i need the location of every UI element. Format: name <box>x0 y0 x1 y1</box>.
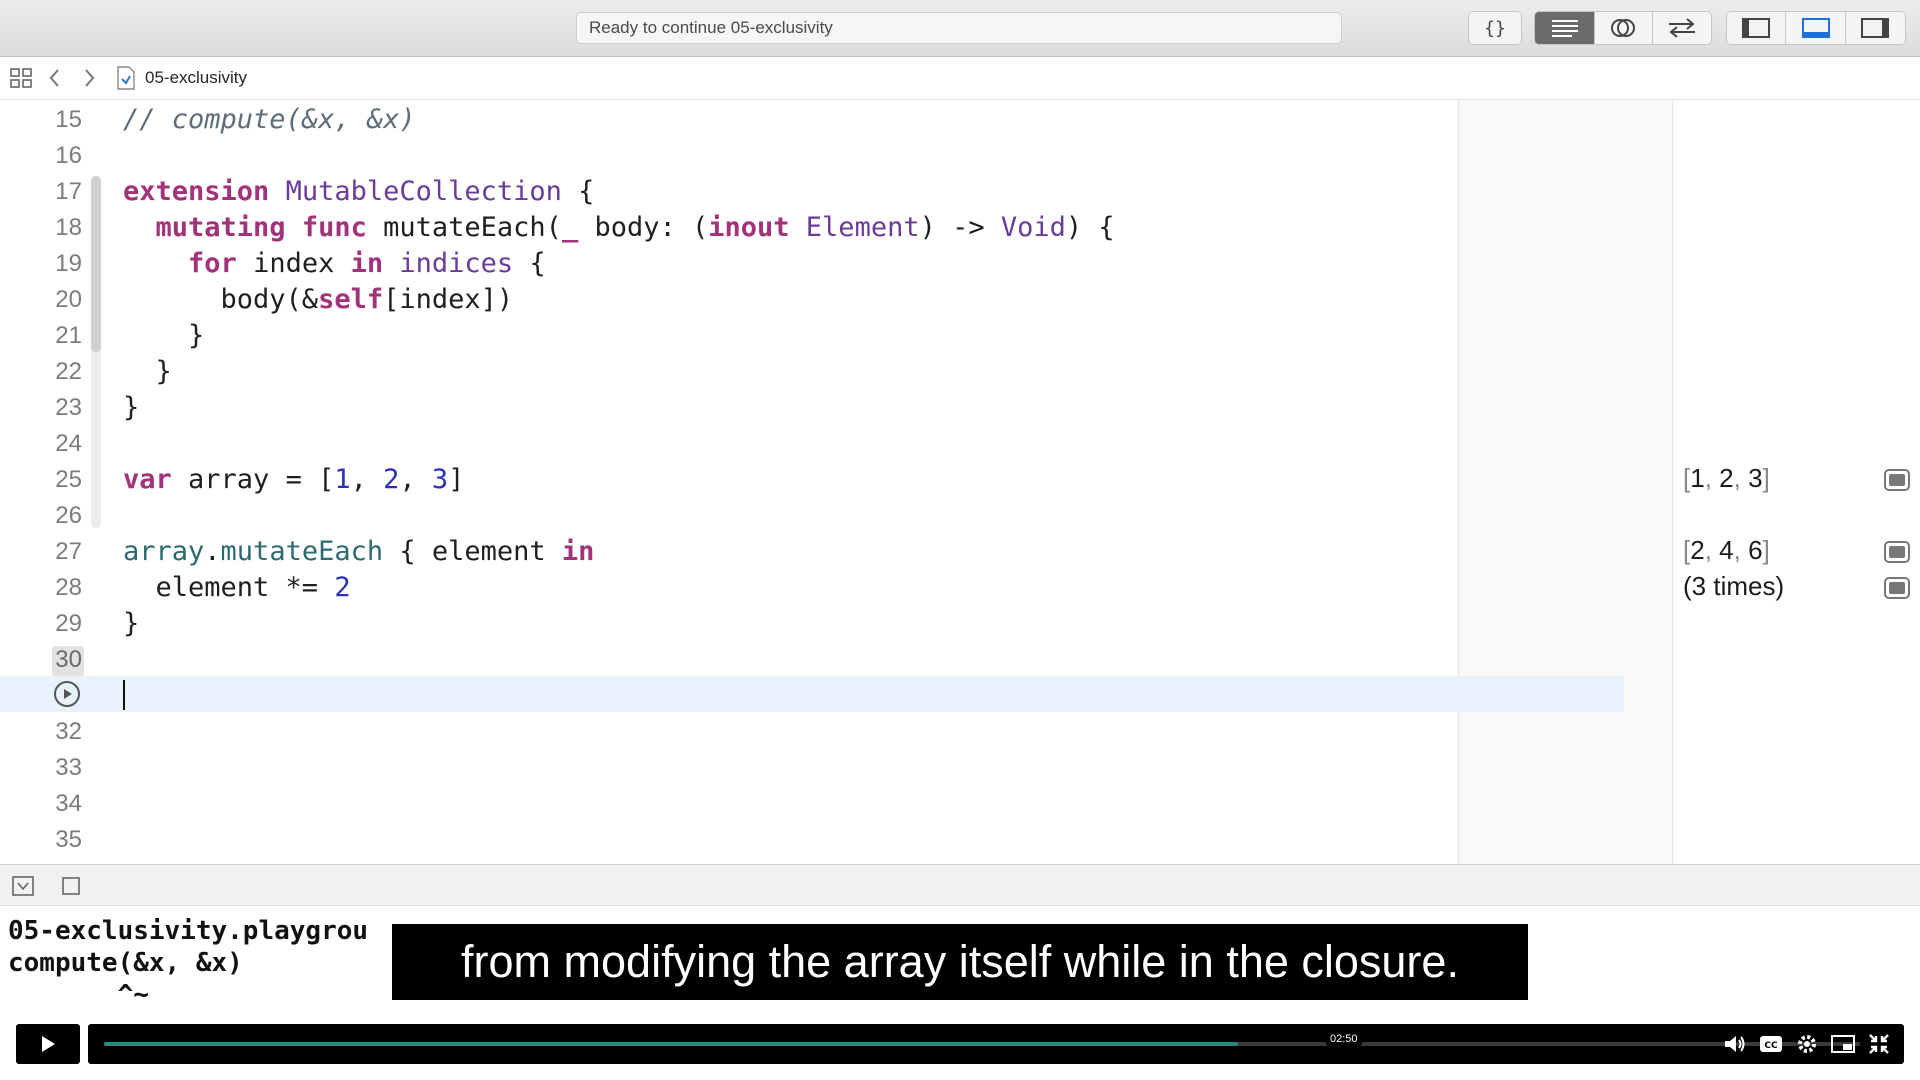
code-line[interactable]: var array = [1, 2, 3] <box>123 462 464 498</box>
back-chevron-icon[interactable] <box>48 68 62 93</box>
line-number: 32 <box>55 718 82 745</box>
line-number: 16 <box>55 142 82 169</box>
code-line[interactable]: body(&self[index]) <box>123 282 514 318</box>
exit-fullscreen-icon[interactable] <box>1866 1032 1892 1056</box>
line-number: 17 <box>55 178 82 205</box>
code-line[interactable]: } <box>123 318 204 354</box>
version-editor-icon[interactable] <box>1653 12 1711 44</box>
console-line: compute(&x, &x) <box>8 948 243 978</box>
video-bar: 02:50 CC <box>88 1024 1904 1064</box>
closed-captions-icon[interactable]: CC <box>1758 1032 1784 1056</box>
window-toolbar: Ready to continue 05-exclusivity {} <box>0 0 1920 57</box>
line-number: 28 <box>55 574 82 601</box>
editor-mode-control[interactable] <box>1534 11 1712 45</box>
line-number: 19 <box>55 250 82 277</box>
picture-in-picture-icon[interactable] <box>1830 1032 1856 1056</box>
code-line[interactable]: element *= 2 <box>123 570 351 606</box>
result-value-mutated-array: [2, 4, 6] <box>1683 535 1770 565</box>
panel-toggle-control[interactable] <box>1726 11 1906 45</box>
activity-status-bar: Ready to continue 05-exclusivity <box>576 12 1342 44</box>
play-icon <box>42 1036 55 1052</box>
line-number: 29 <box>55 610 82 637</box>
line-number: 33 <box>55 754 82 781</box>
volume-icon[interactable] <box>1722 1032 1748 1056</box>
debug-area-icon[interactable] <box>1786 12 1846 44</box>
result-value-array: [1, 2, 3] <box>1683 463 1770 493</box>
code-line[interactable]: } <box>123 606 139 642</box>
svg-text:CC: CC <box>1764 1041 1778 1051</box>
quick-look-icon[interactable] <box>1884 577 1910 599</box>
run-line-icon[interactable] <box>54 681 80 707</box>
forward-chevron-icon[interactable] <box>82 68 96 93</box>
console-line: ^~ <box>8 980 149 1010</box>
current-time: 02:50 <box>1326 1032 1362 1046</box>
related-items-icon[interactable] <box>10 68 32 93</box>
code-line[interactable]: } <box>123 354 172 390</box>
line-number: 30 <box>55 646 82 673</box>
svg-text:{}: {} <box>1484 18 1506 38</box>
line-number: 34 <box>55 790 82 817</box>
line-number: 18 <box>55 214 82 241</box>
jump-bar-file-name[interactable]: 05-exclusivity <box>145 68 247 88</box>
inspector-panel-icon[interactable] <box>1846 12 1905 44</box>
progress-track[interactable]: 02:50 <box>104 1032 1860 1046</box>
line-number: 22 <box>55 358 82 385</box>
standard-editor-icon[interactable] <box>1535 12 1596 44</box>
quick-look-icon[interactable] <box>1884 541 1910 563</box>
result-times: (3 times) <box>1683 571 1785 601</box>
code-line[interactable]: mutating func mutateEach(_ body: (inout … <box>123 210 1115 246</box>
text-cursor <box>123 680 125 710</box>
current-line-highlight <box>0 676 1624 712</box>
quick-look-icon[interactable] <box>1884 469 1910 491</box>
braces-icon[interactable]: {} <box>1469 12 1521 44</box>
video-controls: 02:50 CC <box>0 1020 1920 1080</box>
video-subtitle: from modifying the array itself while in… <box>392 924 1528 1000</box>
toggle-console-icon[interactable] <box>62 877 80 900</box>
line-number: 15 <box>55 106 82 133</box>
line-number: 25 <box>55 466 82 493</box>
line-number: 35 <box>55 826 82 853</box>
fold-ribbon-highlight <box>91 176 101 352</box>
line-number: 27 <box>55 538 82 565</box>
code-line[interactable]: // compute(&x, &x) <box>123 102 416 138</box>
console-line: 05-exclusivity.playgrou <box>8 916 369 946</box>
line-number: 26 <box>55 502 82 529</box>
editor-side-column <box>1458 100 1626 864</box>
code-line[interactable]: array.mutateEach { element in <box>123 534 594 570</box>
code-line[interactable]: } <box>123 390 139 426</box>
playground-file-icon <box>116 66 136 95</box>
video-icon-group: CC <box>1722 1032 1892 1056</box>
code-line[interactable]: extension MutableCollection { <box>123 174 594 210</box>
progress-fill <box>104 1042 1239 1046</box>
library-control[interactable]: {} <box>1468 11 1522 45</box>
line-number: 24 <box>55 430 82 457</box>
debug-area-bar <box>0 864 1920 906</box>
line-number: 21 <box>55 322 82 349</box>
hide-debug-area-icon[interactable] <box>12 876 34 901</box>
jump-bar: 05-exclusivity <box>0 57 1920 100</box>
play-button[interactable] <box>16 1024 80 1064</box>
results-gutter <box>1625 100 1673 864</box>
settings-gear-icon[interactable] <box>1794 1032 1820 1056</box>
code-line[interactable]: for index in indices { <box>123 246 546 282</box>
source-editor[interactable]: 15 16 17 18 19 20 21 22 23 24 25 26 27 2… <box>0 100 1920 864</box>
navigator-panel-icon[interactable] <box>1727 12 1787 44</box>
line-number: 23 <box>55 394 82 421</box>
assistant-editor-icon[interactable] <box>1595 12 1653 44</box>
line-number: 20 <box>55 286 82 313</box>
